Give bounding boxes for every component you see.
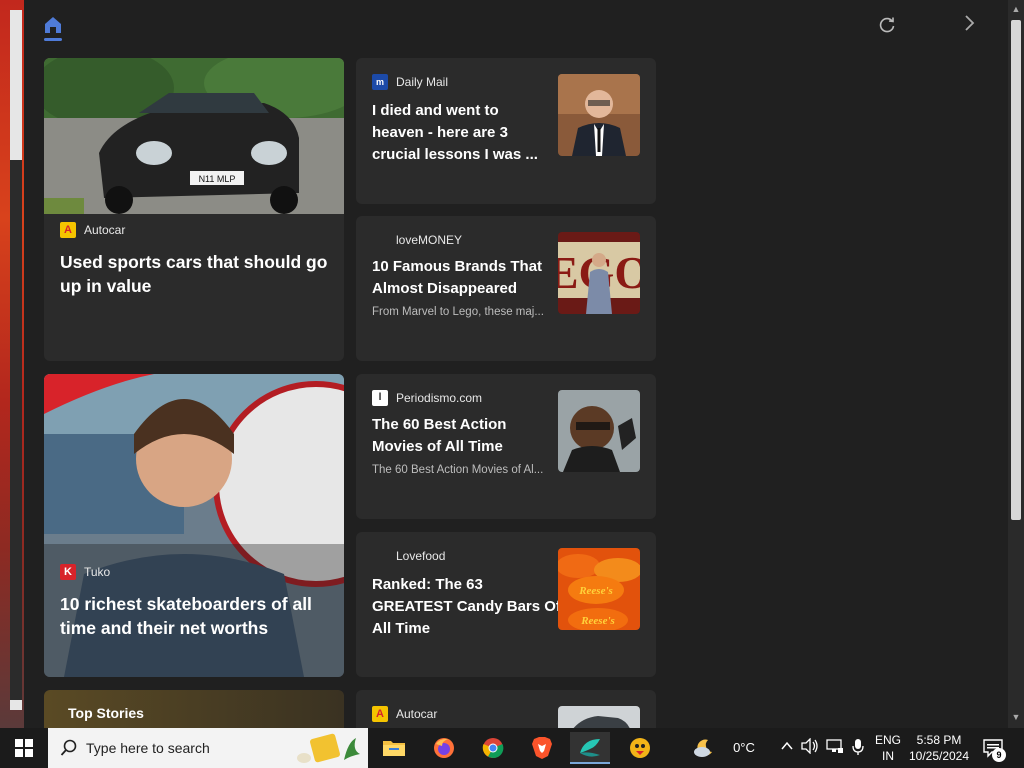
scroll-down-icon[interactable]: ▼ <box>1008 712 1024 724</box>
license-plate: N11 MLP <box>199 174 236 184</box>
top-stories-card[interactable]: Top Stories <box>44 690 344 728</box>
news-card-tuko[interactable]: K Tuko 10 richest skateboarders of all t… <box>44 374 344 677</box>
autocar-logo-icon: A <box>60 222 76 238</box>
card-summary: The 60 Best Action Movies of Al... <box>372 464 544 476</box>
taskbar: Type here to search 0°C ENG IN 5:58 PM 1… <box>0 728 1024 768</box>
brave-icon[interactable] <box>522 732 562 764</box>
pinned-app-icon[interactable] <box>620 732 660 764</box>
notification-badge: 9 <box>992 748 1006 762</box>
autocar-logo-icon: A <box>372 706 388 722</box>
card-thumbnail-man-in-suit <box>558 74 640 156</box>
card-source: Autocar <box>84 223 126 237</box>
chrome-icon[interactable] <box>473 732 513 764</box>
start-button[interactable] <box>0 728 48 768</box>
clock-time: 5:58 PM <box>916 733 962 747</box>
card-source: Tuko <box>84 565 111 579</box>
refresh-icon[interactable] <box>877 16 897 36</box>
card-source: Lovefood <box>396 549 446 563</box>
periodismo-logo-icon: ǀ <box>372 390 388 406</box>
card-source: Daily Mail <box>396 75 449 89</box>
vertical-scrollbar[interactable]: ▲ ▼ <box>1008 0 1024 728</box>
card-headline[interactable]: 10 richest skateboarders of all time and… <box>60 592 330 640</box>
network-icon[interactable] <box>824 738 846 758</box>
active-app-icon[interactable] <box>570 732 610 764</box>
notifications-icon[interactable]: 9 <box>980 738 1006 762</box>
windows-logo-icon <box>15 739 33 757</box>
volume-icon[interactable] <box>800 737 820 758</box>
card-headline[interactable]: Ranked: The 63 GREATEST Candy Bars Of Al… <box>372 574 562 640</box>
show-hidden-icons-chevron-up-icon[interactable] <box>778 738 796 754</box>
microphone-icon[interactable] <box>848 738 868 760</box>
tuko-logo-icon: K <box>60 564 76 580</box>
svg-text:Reese's: Reese's <box>578 585 613 597</box>
region-code: IN <box>882 749 894 763</box>
clock[interactable]: 5:58 PM 10/25/2024 <box>906 732 972 764</box>
news-card-autocar[interactable]: N11 MLP A Autocar Used sports cars that … <box>44 58 344 361</box>
card-source: loveMONEY <box>396 233 463 247</box>
widgets-panel: N11 MLP A Autocar Used sports cars that … <box>24 0 1008 728</box>
home-icon[interactable] <box>42 14 64 42</box>
card-headline[interactable]: 10 Famous Brands That Almost Disappeared <box>372 256 552 300</box>
card-thumbnail-action-movie <box>558 390 640 472</box>
news-card-lovemoney[interactable]: loveMONEY 10 Famous Brands That Almost D… <box>356 216 656 361</box>
lovefood-logo-icon <box>372 548 388 564</box>
card-source: Periodismo.com <box>396 391 483 405</box>
card-headline[interactable]: Used sports cars that should go up in va… <box>60 250 330 298</box>
lovemoney-logo-icon <box>372 232 388 248</box>
weather-icon[interactable] <box>692 732 716 764</box>
scroll-up-icon[interactable]: ▲ <box>1008 4 1024 16</box>
language-code: ENG <box>874 733 901 747</box>
daily-mail-logo-icon: m <box>372 74 388 90</box>
taskbar-search-box[interactable]: Type here to search <box>48 728 368 768</box>
scroll-thumb[interactable] <box>1011 20 1021 520</box>
card-image-sports-car: N11 MLP <box>44 58 344 214</box>
news-card-lovefood[interactable]: Lovefood Ranked: The 63 GREATEST Candy B… <box>356 532 656 677</box>
search-icon <box>60 739 78 757</box>
chevron-right-icon[interactable] <box>959 14 979 36</box>
card-headline[interactable]: I died and went to heaven - here are 3 c… <box>372 100 542 166</box>
desktop-background <box>0 0 24 728</box>
language-indicator[interactable]: ENG IN <box>872 732 904 764</box>
clock-date: 10/25/2024 <box>908 749 970 763</box>
news-card-autocar-2[interactable]: A Autocar <box>356 690 656 728</box>
card-summary: From Marvel to Lego, these maj... <box>372 306 544 318</box>
svg-text:Reese's: Reese's <box>580 615 615 627</box>
news-card-periodismo[interactable]: ǀ Periodismo.com The 60 Best Action Movi… <box>356 374 656 519</box>
card-source: Autocar <box>396 707 438 721</box>
search-placeholder: Type here to search <box>86 740 210 756</box>
search-highlight-icon <box>294 732 364 764</box>
firefox-icon[interactable] <box>424 732 464 764</box>
card-thumbnail-candy-bars: Reese's Reese's <box>558 548 640 630</box>
card-thumbnail-car <box>558 706 640 728</box>
weather-temperature[interactable]: 0°C <box>722 740 766 756</box>
card-thumbnail-brand-sign: EGO <box>558 232 640 314</box>
file-explorer-icon[interactable] <box>374 732 414 764</box>
card-headline[interactable]: The 60 Best Action Movies of All Time <box>372 414 552 458</box>
news-card-daily-mail[interactable]: m Daily Mail I died and went to heaven -… <box>356 58 656 204</box>
top-stories-title: Top Stories <box>68 705 144 721</box>
